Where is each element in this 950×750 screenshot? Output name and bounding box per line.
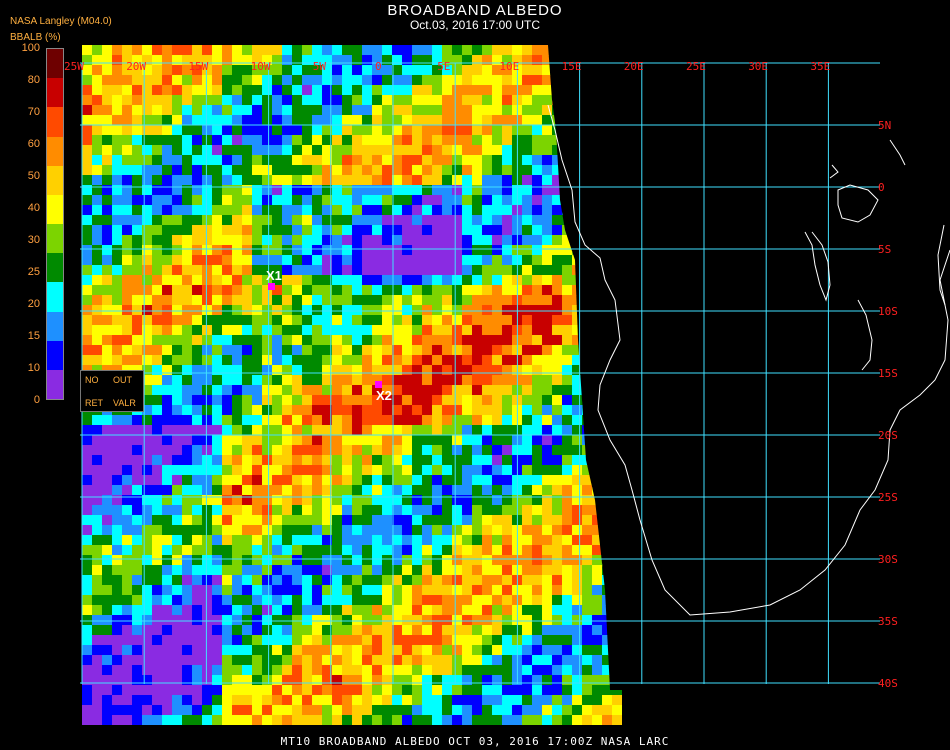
legend-tick-label: 40 (27, 202, 40, 214)
map-title: BROADBAND ALBEDO (387, 2, 563, 19)
lon-label: 25E (686, 60, 706, 73)
lon-label: 20E (624, 60, 644, 73)
nodata-legend-box: NO OUT RET VALR (80, 370, 144, 412)
legend-swatch (47, 253, 63, 283)
legend-tick-label: 20 (27, 298, 40, 310)
color-legend-bar (46, 48, 64, 400)
legend-swatch (47, 311, 63, 342)
coastline-lake-victoria (837, 184, 879, 223)
coastline-fragment (889, 139, 906, 166)
lon-label: 10E (499, 60, 519, 73)
marker-x1-label: X1 (266, 268, 282, 283)
legend-tick-label: 30 (27, 234, 40, 246)
lat-label: 5N (878, 119, 891, 132)
lat-label: 10S (878, 305, 898, 318)
legend-swatch (47, 78, 63, 108)
legend-tick-label: 70 (27, 106, 40, 118)
lon-label: 5W (313, 60, 327, 73)
coastline-east (937, 224, 946, 306)
producer-label: NASA Langley (M04.0) (10, 16, 112, 27)
lat-label: 25S (878, 491, 898, 504)
lon-label: 35E (810, 60, 830, 73)
lat-label: 5S (878, 243, 891, 256)
legend-tick-label: 10 (27, 362, 40, 374)
lon-label: 25W (64, 60, 84, 73)
legend-swatch (47, 107, 63, 137)
legend-swatch (47, 165, 63, 196)
legend-tick-label: 50 (27, 170, 40, 182)
footer-caption: MT10 BROADBAND ALBEDO OCT 03, 2016 17:00… (280, 735, 670, 748)
marker-x2-label: X2 (376, 388, 392, 403)
lat-label: 30S (878, 553, 898, 566)
lon-label: 0 (375, 60, 382, 73)
nodata-ret-label: RET (85, 398, 103, 408)
marker-x2-dot (375, 381, 382, 388)
nodata-valr-label: VALR (113, 398, 136, 408)
nodata-no-label: NO (85, 375, 99, 385)
legend-swatch (47, 49, 63, 79)
lon-label: 20W (126, 60, 146, 73)
legend-swatch (47, 369, 63, 400)
lon-label: 5E (437, 60, 450, 73)
albedo-field (82, 45, 622, 725)
legend-tick-label: 0 (33, 394, 40, 406)
lat-label: 40S (878, 677, 898, 690)
lon-label: 30E (748, 60, 768, 73)
legend-tick-label: 100 (21, 42, 40, 54)
lat-label: 20S (878, 429, 898, 442)
legend-swatch (47, 340, 63, 371)
legend-swatch (47, 282, 63, 312)
legend-tick-label: 80 (27, 74, 40, 86)
coastline-africa (547, 104, 950, 616)
lat-label: 0 (878, 181, 885, 194)
legend-tick-label: 60 (27, 138, 40, 150)
coastline-lake-tanganyika (804, 231, 831, 302)
lat-label: 15S (878, 367, 898, 380)
legend-tick-label: 25 (27, 266, 40, 278)
legend-swatch (47, 194, 63, 225)
legend-swatch (47, 136, 63, 167)
marker-x1-dot (268, 283, 275, 290)
legend-swatch (47, 224, 63, 254)
lon-label: 15W (188, 60, 208, 73)
lon-label: 10W (251, 60, 271, 73)
coastline-fragment (829, 164, 839, 179)
lat-label: 35S (878, 615, 898, 628)
lon-label: 15E (562, 60, 582, 73)
map-subtitle: Oct.03, 2016 17:00 UTC (409, 18, 541, 32)
legend-tick-label: 15 (27, 330, 40, 342)
nodata-out-label: OUT (113, 375, 132, 385)
